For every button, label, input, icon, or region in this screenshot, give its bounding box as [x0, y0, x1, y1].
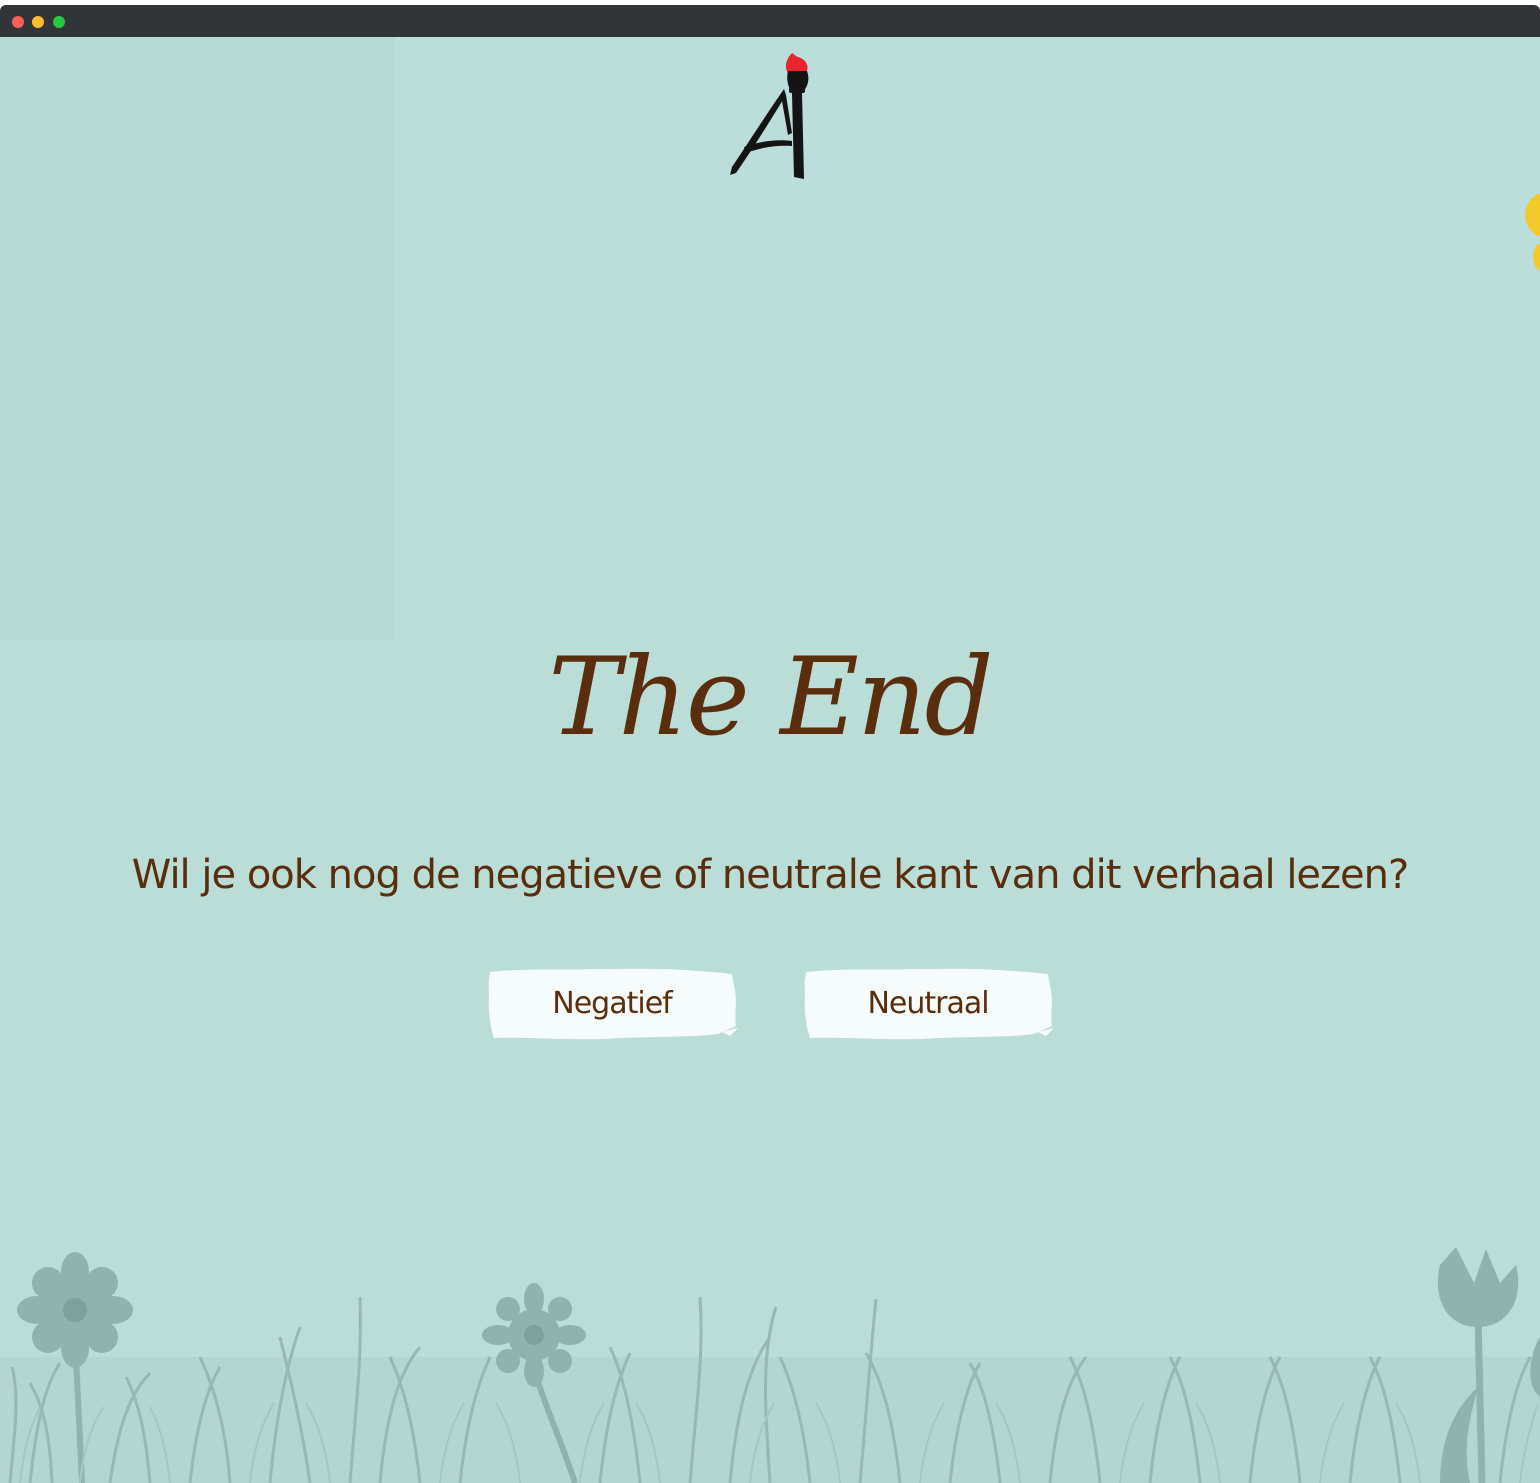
story-end-page: The End Wil je ook nog de negatieve of n…: [0, 37, 1540, 1483]
meadow-illustration: [0, 1247, 1540, 1483]
browser-window: The End Wil je ook nog de negatieve of n…: [0, 5, 1540, 1483]
background-panel: [0, 37, 395, 640]
background-panel: [395, 37, 1540, 640]
negative-story-label: Negatief: [552, 985, 672, 1021]
minimize-window-button[interactable]: [32, 16, 44, 28]
maximize-window-button[interactable]: [53, 16, 65, 28]
window-titlebar: [0, 5, 1540, 37]
follow-up-question: Wil je ook nog de negatieve of neutrale …: [131, 852, 1409, 898]
close-window-button[interactable]: [12, 16, 24, 28]
page-title: The End: [548, 635, 993, 760]
negative-story-button[interactable]: Negatief: [486, 966, 738, 1040]
neutral-story-label: Neutraal: [867, 985, 989, 1021]
paintbrush-logo-icon[interactable]: [722, 49, 822, 179]
yellow-flower-icon: [1525, 193, 1540, 271]
neutral-story-button[interactable]: Neutraal: [802, 966, 1054, 1040]
